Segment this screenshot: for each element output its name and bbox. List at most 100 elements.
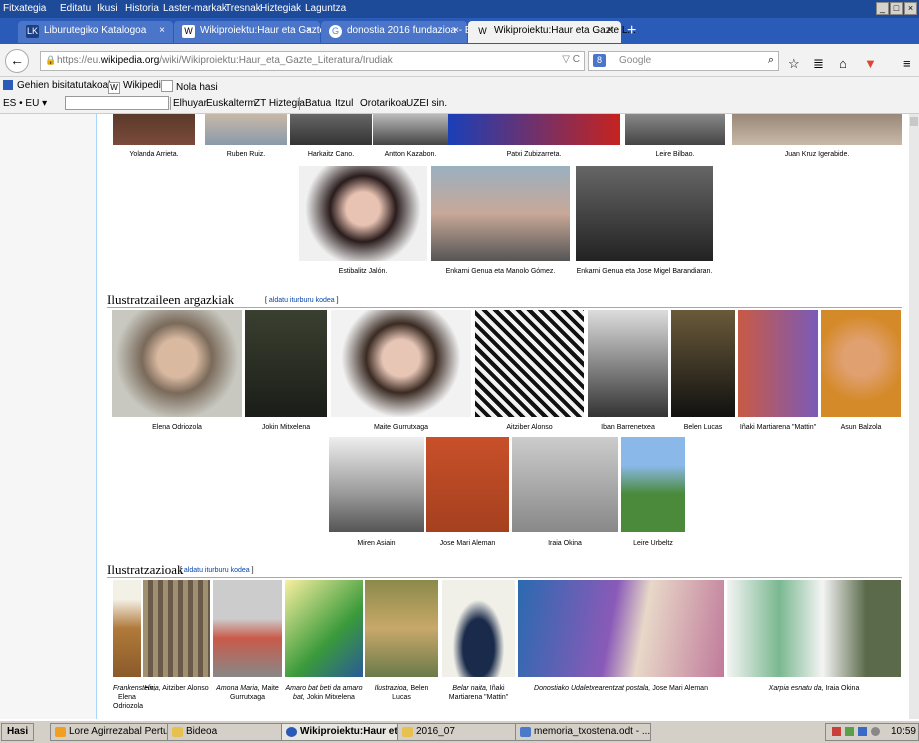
tab-bar: LK Liburutegiko Katalogoa × W Wikiproiek… [0, 18, 919, 44]
photo-iraia-okina[interactable] [512, 437, 618, 532]
menu-editatu[interactable]: Editatu [60, 3, 91, 14]
edit-source-link[interactable]: [ aldatu iturburu kodea ] [180, 567, 254, 574]
menu-icon[interactable]: ≡ [903, 56, 911, 71]
photo-miren-asiain[interactable] [329, 437, 424, 532]
url-text: https://eu.wikipedia.org/wiki/Wikiproiek… [57, 55, 393, 66]
edit-source-link[interactable]: [ aldatu iturburu kodea ] [265, 297, 339, 304]
minimize-button[interactable]: _ [876, 2, 889, 15]
bookmark-most-visited[interactable]: Gehien bisitatutakoak [3, 80, 113, 91]
tab-wikiproiektu-1[interactable]: W Wikiproiektu:Haur eta Gazte L... × [174, 21, 342, 43]
caption: Iñaki Martiarena "Mattin" [739, 424, 817, 431]
photo-juan-kruz-igerabide[interactable] [732, 114, 902, 145]
tab-title: donostia 2016 fundazioa - Bu... [347, 25, 486, 36]
section-heading-illustrator-photos: Ilustratzaileen argazkiak [107, 292, 235, 307]
caption: Antton Kazabon. [384, 151, 437, 158]
menu-laguntza[interactable]: Laguntza [305, 3, 346, 14]
bookmark-star-icon[interactable]: ☆ [788, 56, 800, 72]
home-icon[interactable]: ⌂ [839, 56, 847, 71]
taskbar-item-email[interactable]: Lore Agirrezabal Pertusa... [50, 723, 185, 741]
start-button[interactable]: Hasi [1, 723, 35, 741]
caption: Ilustrazioa, Belen Lucas [374, 685, 429, 701]
photo-asun-balzola[interactable] [821, 310, 901, 417]
link-euskalterm[interactable]: Euskalterm [206, 98, 256, 109]
tab-liburutegiko-katalogoa[interactable]: LK Liburutegiko Katalogoa × [18, 21, 173, 43]
divider [107, 307, 902, 308]
photo-enkarni-genua-barandiaran[interactable] [576, 166, 713, 261]
menu-laster-markak[interactable]: Laster-markak [163, 3, 227, 14]
photo-aitziber-alonso[interactable] [475, 310, 584, 417]
close-tab-icon[interactable]: × [453, 21, 459, 41]
photo-enkarni-genua-manolo-gomez[interactable] [431, 166, 570, 261]
search-bar[interactable]: 8 Google ⌕ [588, 51, 779, 71]
link-elhuyar[interactable]: Elhuyar [173, 98, 207, 109]
photo-belen-lucas[interactable] [671, 310, 735, 417]
search-icon[interactable]: ⌕ [768, 54, 774, 67]
photo-ruben-ruiz[interactable] [205, 114, 287, 145]
menu-tresnak[interactable]: Tresnak [225, 3, 261, 14]
reload-icon[interactable]: ▽ C [562, 54, 580, 65]
photo-yolanda-arrieta[interactable] [113, 114, 195, 145]
caption: Frankenstein, Elena Odriozola [113, 685, 156, 710]
photo-patxi-zubizarreta[interactable] [448, 114, 620, 145]
link-batua[interactable]: Batua [305, 98, 331, 109]
photo-jokin-mitxelena[interactable] [245, 310, 327, 417]
caption: Xarpia esnatu da, Iraia Okina [768, 685, 860, 692]
dictionary-toolbar: ES • EU ▾ Elhuyar Euskalterm ZT Hiztegia… [0, 94, 919, 114]
menu-hiztegiak[interactable]: Hiztegiak [260, 3, 301, 14]
photo-inaki-martiarena[interactable] [738, 310, 818, 417]
scrollbar-thumb[interactable] [910, 117, 918, 126]
close-window-button[interactable]: × [904, 2, 917, 15]
illustration-amona-maria[interactable] [213, 580, 282, 677]
close-tab-icon[interactable]: × [607, 21, 613, 41]
wikipedia-favicon-icon: W [182, 25, 195, 38]
photo-elena-odriozola[interactable] [112, 310, 242, 417]
illustration-amaro[interactable] [285, 580, 363, 677]
illustration-frankenstein[interactable] [113, 580, 141, 677]
illustration-xarpia[interactable] [727, 580, 901, 677]
photo-jose-mari-aleman[interactable] [426, 437, 509, 532]
close-tab-icon[interactable]: × [306, 21, 312, 41]
bookmarks-list-icon[interactable]: ≣ [813, 56, 824, 72]
tab-wikiproiektu-active[interactable]: W Wikiproiektu:Haur eta Gazte L... × [468, 21, 636, 43]
maximize-button[interactable]: □ [890, 2, 903, 15]
language-selector[interactable]: ES • EU ▾ [3, 98, 47, 109]
bookmark-wikipedia[interactable]: W Wikipedia [108, 80, 166, 94]
taskbar-item-firefox[interactable]: Wikiproiektu:Haur et... [281, 723, 413, 741]
illustration-belen-lucas[interactable] [365, 580, 438, 677]
link-uzei-sin[interactable]: UZEI sin. [406, 98, 447, 109]
link-orotarikoa[interactable]: Orotarikoa [360, 98, 407, 109]
menu-ikusi[interactable]: Ikusi [97, 3, 118, 14]
photo-estibalitz-jalon[interactable] [299, 166, 427, 261]
link-zt-hiztegia[interactable]: ZT Hiztegia [254, 98, 305, 109]
document-icon [520, 727, 531, 737]
photo-harkaitz-cano[interactable] [290, 114, 372, 145]
taskbar-item-memoria[interactable]: memoria_txostena.odt - ... [515, 723, 651, 741]
illustration-belar-naita[interactable] [442, 580, 515, 677]
menu-historia[interactable]: Historia [125, 3, 159, 14]
caption: Hiria, Aitziber Alonso [144, 685, 209, 692]
photo-antton-kazabon[interactable] [373, 114, 448, 145]
back-button[interactable]: ← [5, 49, 29, 73]
menu-fitxategia[interactable]: Fitxategia [3, 3, 46, 14]
taskbar-item-bideoa[interactable]: Bideoa [167, 723, 295, 741]
tab-donostia-2016[interactable]: G donostia 2016 fundazioa - Bu... × [321, 21, 485, 43]
illustration-hiria[interactable] [143, 580, 210, 677]
url-bar[interactable]: 🔒 https://eu.wikipedia.org/wiki/Wikiproi… [40, 51, 585, 71]
caption: Aitziber Alonso [506, 424, 553, 431]
close-tab-icon[interactable]: × [159, 21, 165, 41]
bookmark-nola-hasi[interactable]: Nola hasi [161, 80, 218, 93]
search-engine-icon[interactable]: 8 [593, 54, 606, 67]
new-tab-button[interactable]: + [627, 22, 636, 40]
dictionary-input[interactable] [65, 96, 169, 110]
photo-leire-bilbao[interactable] [625, 114, 725, 145]
photo-leire-urbeltz[interactable] [621, 437, 685, 532]
photo-maite-gurrutxaga[interactable] [331, 310, 471, 417]
link-itzul[interactable]: Itzul [335, 98, 353, 109]
illustration-donostia-postcard[interactable] [518, 580, 724, 677]
caption: Iraia Okina [548, 540, 582, 547]
window-controls: _ □ × [875, 2, 917, 15]
taskbar-item-2016-07[interactable]: 2016_07 [397, 723, 529, 741]
photo-iban-barrenetxea[interactable] [588, 310, 668, 417]
vertical-scrollbar[interactable] [909, 114, 919, 719]
pocket-icon[interactable]: ▼ [864, 56, 877, 71]
